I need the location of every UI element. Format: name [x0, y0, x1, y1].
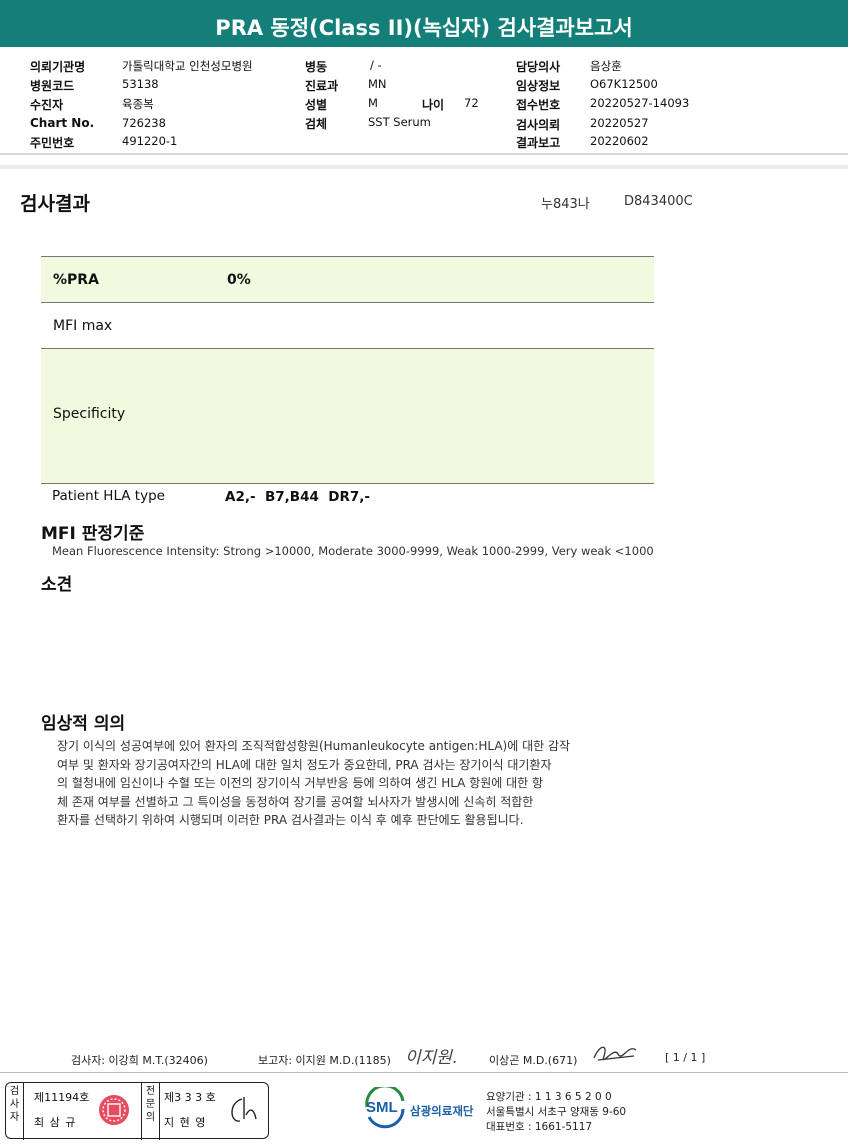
tester-name: 최 삼 규: [34, 1116, 77, 1129]
value-institution: 가톨릭대학교 인천성모병원: [122, 59, 253, 73]
page-number: [ 1 / 1 ]: [665, 1051, 706, 1064]
value-ward: / -: [370, 58, 382, 72]
criteria-heading: MFI 판정기준: [41, 524, 145, 544]
header-divider-band: [0, 165, 848, 169]
value-patient: 육종복: [122, 97, 154, 111]
reporter-signature: 보고자: 이지원 M.D.(1185): [258, 1054, 391, 1067]
clinical-text: 장기 이식의 성공여부에 있어 환자의 조직적합성항원(Humanleukocy…: [57, 737, 570, 830]
specificity-label: Specificity: [53, 406, 126, 422]
clinical-line: 체 존재 여부를 선별하고 그 특이성을 동정하여 장기를 공여할 뇌사자가 발…: [57, 794, 534, 809]
value-clinical-info: O67K12500: [590, 77, 658, 91]
label-clinical-info: 임상정보: [516, 79, 561, 93]
logo-text: SML: [366, 1099, 398, 1116]
row-specificity: Specificity: [41, 349, 654, 484]
row-pra: %PRA 0%: [41, 257, 654, 303]
label-physician: 담당의사: [516, 60, 561, 74]
specialist-name: 지 현 영: [164, 1116, 207, 1129]
value-sex: M: [368, 96, 378, 110]
label-ward: 병동: [305, 60, 328, 74]
pra-value: 0%: [227, 272, 251, 288]
value-hospital-code: 53138: [122, 77, 159, 91]
report-title: PRA 동정(Class II)(녹십자) 검사결과보고서: [0, 0, 848, 47]
clinical-heading: 임상적 의의: [41, 714, 126, 734]
value-department: MN: [368, 77, 387, 91]
label-specimen: 검체: [305, 117, 328, 131]
pra-label: %PRA: [53, 272, 99, 288]
hla-value: A2,- B7,B44 DR7,-: [225, 489, 370, 505]
value-request-date: 20220527: [590, 116, 649, 130]
doctor-handwritten-signature-icon: [593, 1046, 637, 1061]
specialist-signature-icon: [231, 1097, 257, 1122]
org-address: 서울특별시 서초구 양재동 9-60: [486, 1106, 627, 1118]
org-phone: 대표번호 : 1661-5117: [486, 1121, 593, 1133]
tester-signature: 검사자: 이강희 M.T.(32406): [71, 1054, 208, 1067]
clinical-line: 의 혈청내에 임신이나 수혈 또는 이전의 장기이식 거부반응 등에 의하여 생…: [57, 776, 544, 790]
label-resident-no: 주민번호: [30, 136, 75, 150]
row-mfi-max: MFI max: [41, 303, 654, 349]
findings-heading: 소견: [41, 575, 73, 595]
value-age: 72: [464, 96, 479, 110]
result-code-1: 누843나: [541, 197, 590, 212]
value-chart-no: 726238: [122, 116, 166, 130]
org-info: 요양기관 : 1 1 3 6 5 2 0 0 서울특별시 서초구 양재동 9-6…: [486, 1090, 626, 1135]
value-resident-no: 491220-1: [122, 134, 178, 148]
specialist-license-no: 제3 3 3 호: [164, 1091, 216, 1104]
label-department: 진료과: [305, 79, 339, 93]
label-receipt-no: 접수번호: [516, 98, 561, 112]
label-sex: 성별: [305, 98, 328, 112]
value-physician: 음상훈: [590, 59, 622, 73]
label-institution: 의뢰기관명: [30, 60, 86, 74]
criteria-text: Mean Fluorescence Intensity: Strong >100…: [52, 544, 654, 558]
value-receipt-no: 20220527-14093: [590, 96, 690, 110]
results-heading: 검사결과: [20, 193, 90, 215]
label-patient: 수진자: [30, 98, 64, 112]
clinical-line: 장기 이식의 성공여부에 있어 환자의 조직적합성항원(Humanleukocy…: [57, 739, 571, 753]
footer-divider: [0, 1072, 848, 1073]
clinical-line: 환자를 선택하기 위하여 시행되며 이러한 PRA 검사결과는 이식 후 예후 …: [57, 813, 524, 827]
doctor-signature: 이상곤 M.D.(671): [489, 1054, 578, 1067]
org-name: 삼광의료재단: [410, 1104, 474, 1118]
tester-vertical-label: 검사자: [6, 1083, 24, 1140]
header-divider: [0, 153, 848, 155]
license-box: 검사자 제11194호 최 삼 규 전문의 제3 3 3 호 지 현 영: [5, 1082, 269, 1140]
mfi-label: MFI max: [53, 318, 113, 334]
reporter-handwritten-signature: 이지원.: [405, 1048, 458, 1068]
label-hospital-code: 병원코드: [30, 79, 75, 93]
label-request-date: 검사의뢰: [516, 118, 561, 132]
hla-label: Patient HLA type: [52, 488, 165, 504]
value-report-date: 20220602: [590, 134, 649, 148]
label-chart-no: Chart No.: [30, 116, 95, 130]
result-code-2: D843400C: [624, 194, 693, 209]
tester-license-no: 제11194호: [34, 1091, 90, 1104]
label-report-date: 결과보고: [516, 136, 561, 150]
clinical-line: 여부 및 환자와 장기공여자간의 HLA에 대한 일치 정도가 중요한데, PR…: [57, 757, 552, 772]
seal-stamp-icon: [99, 1095, 129, 1125]
org-code: 요양기관 : 1 1 3 6 5 2 0 0: [486, 1091, 612, 1103]
label-age: 나이: [422, 98, 445, 112]
value-specimen: SST Serum: [368, 115, 431, 129]
specialist-vertical-label: 전문의: [141, 1083, 160, 1140]
